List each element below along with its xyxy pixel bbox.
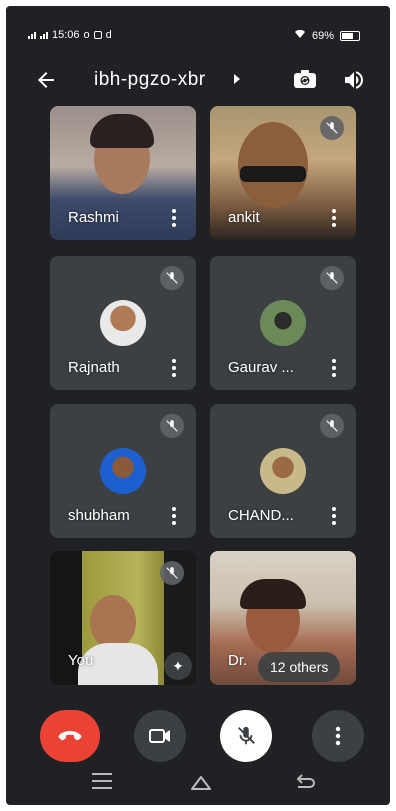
- avatar: [260, 300, 306, 346]
- status-time: 15:06: [52, 29, 80, 41]
- participant-name: Rajnath: [68, 359, 120, 376]
- video-camera-icon: [149, 729, 170, 743]
- more-options-icon[interactable]: [172, 507, 176, 525]
- participant-glasses: [240, 166, 306, 182]
- mic-off-icon: [238, 726, 255, 745]
- participant-name: shubham: [68, 507, 130, 524]
- home-icon[interactable]: [190, 775, 212, 791]
- more-options-icon[interactable]: [332, 209, 336, 227]
- participant-name: Dr.: [228, 652, 248, 669]
- participant-tile-rashmi[interactable]: Rashmi: [50, 106, 196, 240]
- more-options-icon[interactable]: [172, 209, 176, 227]
- microphone-toggle-button[interactable]: [220, 710, 272, 762]
- end-call-button[interactable]: [40, 710, 100, 762]
- participant-name: ankit: [228, 209, 260, 226]
- signal-icon: [28, 31, 36, 39]
- battery-icon: [340, 30, 360, 41]
- back-nav-icon[interactable]: [294, 773, 316, 791]
- more-options-icon[interactable]: [332, 359, 336, 377]
- participant-tile-chand[interactable]: CHAND...: [210, 404, 356, 538]
- more-options-button[interactable]: [312, 710, 364, 762]
- participant-tile-shubham[interactable]: shubham: [50, 404, 196, 538]
- vertical-dots-icon: [335, 726, 341, 746]
- end-call-icon: [58, 731, 82, 741]
- phone-screen: 15:06 o d 69% ibh-pgzo-xbr Rashmi ankit …: [6, 6, 390, 805]
- participant-hair: [90, 114, 154, 148]
- effects-sparkle-icon[interactable]: ✦: [164, 652, 192, 680]
- camera-toggle-button[interactable]: [134, 710, 186, 762]
- status-d-icon: d: [105, 29, 112, 41]
- participant-tile-rajnath[interactable]: Rajnath: [50, 256, 196, 390]
- status-bar: 15:06 o d 69%: [6, 6, 390, 50]
- status-extra-icon: o: [83, 29, 90, 41]
- wifi-icon: [294, 29, 306, 42]
- call-header: ibh-pgzo-xbr: [6, 60, 390, 100]
- avatar: [100, 448, 146, 494]
- back-arrow-icon[interactable]: [34, 68, 58, 92]
- speaker-icon[interactable]: [342, 68, 366, 92]
- muted-mic-icon: [320, 116, 344, 140]
- menu-icon[interactable]: [92, 773, 112, 794]
- participant-name: Gaurav ...: [228, 359, 294, 376]
- meeting-details-caret-icon[interactable]: [234, 74, 240, 84]
- muted-mic-icon: [160, 414, 184, 438]
- participant-tile-ankit[interactable]: ankit: [210, 106, 356, 240]
- battery-percent: 69%: [311, 29, 334, 42]
- message-icon: [93, 31, 102, 39]
- switch-camera-icon[interactable]: [292, 67, 318, 93]
- participant-video: [90, 595, 136, 649]
- signal-icon-2: [40, 31, 48, 39]
- muted-mic-icon: [160, 561, 184, 585]
- muted-mic-icon: [160, 266, 184, 290]
- avatar: [260, 448, 306, 494]
- participant-hair: [240, 579, 306, 609]
- more-options-icon[interactable]: [172, 359, 176, 377]
- participant-name: Rashmi: [68, 209, 119, 226]
- muted-mic-icon: [320, 414, 344, 438]
- others-count-chip[interactable]: 12 others: [258, 652, 341, 682]
- system-nav-bar: [6, 761, 390, 805]
- muted-mic-icon: [320, 266, 344, 290]
- meeting-code[interactable]: ibh-pgzo-xbr: [94, 69, 206, 91]
- avatar: [100, 300, 146, 346]
- participant-tile-gaurav[interactable]: Gaurav ...: [210, 256, 356, 390]
- participant-name: CHAND...: [228, 507, 294, 524]
- more-options-icon[interactable]: [332, 507, 336, 525]
- participant-video: [238, 122, 308, 208]
- participant-name: You: [68, 652, 94, 669]
